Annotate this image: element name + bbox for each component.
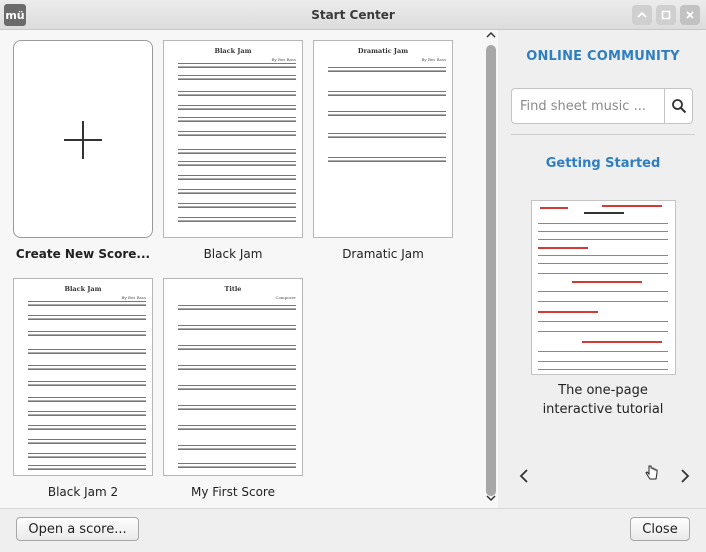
getting-started-heading: Getting Started	[545, 156, 661, 171]
sheet-composer: By Bes Bass	[271, 57, 296, 62]
chevron-right-icon[interactable]	[675, 468, 695, 488]
footer-bar: Open a score... Close	[0, 508, 706, 552]
score-tile-black-jam[interactable]: Black Jam By Bes Bass Black Jam	[163, 40, 303, 261]
score-label: Black Jam 2	[47, 485, 119, 499]
new-score-thumbnail[interactable]	[13, 40, 153, 238]
create-new-score-label: Create New Score...	[15, 247, 151, 261]
hand-cursor-icon	[644, 464, 660, 482]
maximize-icon[interactable]	[656, 5, 676, 25]
community-panel: ONLINE COMMUNITY Getting Started The one…	[500, 30, 706, 508]
tutorial-caption[interactable]: The one-page interactive tutorial	[500, 381, 706, 419]
score-thumbnail[interactable]: Title Composer	[163, 278, 303, 476]
score-thumbnail[interactable]: Black Jam By Bes Bass	[163, 40, 303, 238]
sheet-composer: Composer	[275, 295, 296, 300]
chevron-up-icon[interactable]	[632, 5, 652, 25]
tutorial-thumbnail[interactable]	[531, 200, 676, 375]
online-community-heading: ONLINE COMMUNITY	[526, 49, 680, 64]
tutorial-caption-line: The one-page	[558, 383, 648, 398]
sheet-title: Title	[224, 285, 242, 293]
close-icon[interactable]	[680, 5, 700, 25]
chevron-left-icon[interactable]	[514, 468, 534, 488]
score-label: Black Jam	[203, 247, 263, 261]
sheet-title: Black Jam	[214, 47, 252, 55]
sheet-composer: By Bes Bass	[421, 57, 446, 62]
score-label: Dramatic Jam	[342, 247, 424, 261]
score-label: My First Score	[191, 485, 275, 499]
sheet-title: Dramatic Jam	[357, 47, 409, 55]
scroll-down-icon[interactable]	[485, 494, 497, 506]
score-tile-dramatic-jam[interactable]: Dramatic Jam By Bes Bass Dramatic Jam	[313, 40, 453, 261]
title-bar: mü Start Center	[0, 0, 706, 30]
scroll-up-icon[interactable]	[485, 31, 497, 43]
window-title: Start Center	[311, 8, 395, 22]
search-input[interactable]	[520, 89, 662, 123]
score-tile-my-first-score[interactable]: Title Composer My First Score	[163, 278, 303, 499]
search-icon[interactable]	[665, 89, 693, 123]
divider	[511, 134, 695, 135]
sheet-music-search[interactable]	[511, 88, 693, 124]
scroll-thumb[interactable]	[486, 45, 496, 496]
open-score-button[interactable]: Open a score...	[16, 517, 139, 541]
create-new-score-tile[interactable]: Create New Score...	[13, 40, 153, 261]
score-thumbnail[interactable]: Dramatic Jam By Bes Bass	[313, 40, 453, 238]
score-tile-black-jam-2[interactable]: Black Jam By Bes Bass Black Jam 2	[13, 278, 153, 499]
score-thumbnail[interactable]: Black Jam By Bes Bass	[13, 278, 153, 476]
sheet-title: Black Jam	[64, 285, 102, 293]
tutorial-caption-line: interactive tutorial	[542, 402, 664, 417]
score-grid-scrollbar[interactable]	[483, 31, 499, 508]
close-button[interactable]: Close	[630, 517, 690, 541]
score-grid: Create New Score... Black Jam By Bes Bas…	[0, 30, 498, 508]
sheet-composer: By Bes Bass	[121, 295, 146, 300]
